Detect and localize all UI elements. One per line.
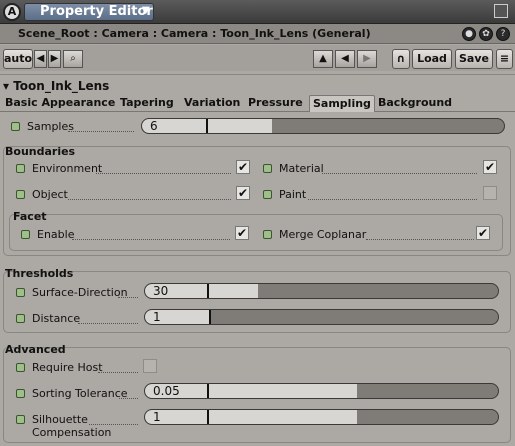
environment-label: Environment: [32, 162, 103, 175]
animation-led-icon[interactable]: [16, 288, 25, 297]
load-button[interactable]: Load: [412, 49, 452, 69]
samples-value: 6: [150, 119, 158, 133]
animation-led-icon[interactable]: [16, 314, 25, 323]
slider-handle[interactable]: [209, 310, 211, 324]
title-bar: A Property Editor ▼: [0, 0, 515, 24]
save-button[interactable]: Save: [455, 49, 493, 69]
tab-pressure[interactable]: Pressure: [248, 95, 303, 112]
property-name[interactable]: ▾ Toon_Ink_Lens: [3, 79, 109, 93]
dotted-leader: [366, 239, 474, 240]
slider-handle[interactable]: [207, 410, 209, 424]
slider-fill: [145, 410, 357, 424]
app-logo-icon[interactable]: A: [3, 3, 21, 21]
next-arrow-icon[interactable]: ▶: [48, 50, 61, 68]
enable-checkbox[interactable]: ✔: [235, 226, 249, 240]
animation-led-icon[interactable]: [263, 164, 272, 173]
material-checkbox[interactable]: ✔: [483, 160, 497, 174]
animation-led-icon[interactable]: [16, 190, 25, 199]
advanced-title: Advanced: [5, 343, 66, 356]
dotted-leader: [118, 297, 138, 298]
animation-led-icon[interactable]: [16, 363, 25, 372]
prev-arrow-icon[interactable]: ◀: [34, 50, 47, 68]
property-name-text: Toon_Ink_Lens: [13, 79, 110, 93]
merge-coplanar-label: Merge Coplanar: [279, 228, 367, 241]
facet-group: [9, 214, 503, 251]
dotted-leader: [308, 199, 477, 200]
slider-handle[interactable]: [206, 119, 208, 133]
silhouette-compensation-slider[interactable]: 1: [144, 409, 499, 425]
animation-led-icon[interactable]: [16, 415, 25, 424]
sorting-tolerance-value: 0.05: [153, 384, 180, 398]
dotted-leader: [98, 372, 138, 373]
up-level-icon[interactable]: ▲: [313, 50, 333, 68]
object-path: Scene_Root : Camera : Camera : Toon_Ink_…: [18, 27, 371, 40]
dotted-leader: [72, 239, 230, 240]
pick-icon[interactable]: ⌕: [63, 50, 83, 68]
animation-led-icon[interactable]: [263, 190, 272, 199]
distance-slider[interactable]: 1: [144, 309, 499, 325]
divider: [0, 74, 515, 75]
paint-label: Paint: [279, 188, 307, 201]
recycle-icon[interactable]: ✿: [479, 27, 493, 41]
dotted-leader: [68, 199, 231, 200]
distance-label: Distance: [32, 312, 81, 325]
dotted-leader: [89, 424, 138, 425]
tab-sampling[interactable]: Sampling: [309, 95, 375, 112]
menu-icon[interactable]: ≡: [496, 49, 513, 69]
merge-coplanar-checkbox[interactable]: ✔: [476, 226, 490, 240]
thresholds-title: Thresholds: [5, 267, 74, 280]
slider-handle[interactable]: [207, 384, 209, 398]
tab-tapering[interactable]: Tapering: [120, 95, 174, 112]
object-checkbox[interactable]: ✔: [236, 186, 250, 200]
silhouette-label: Silhouette: [32, 413, 88, 426]
sorting-tolerance-label: Sorting Tolerance: [32, 387, 128, 400]
paint-checkbox[interactable]: [483, 186, 497, 200]
distance-value: 1: [153, 310, 161, 324]
samples-slider[interactable]: 6: [141, 118, 505, 134]
compensation-label: Compensation: [32, 426, 112, 439]
animation-led-icon[interactable]: [11, 122, 20, 131]
animation-led-icon[interactable]: [16, 164, 25, 173]
animation-led-icon[interactable]: [21, 230, 30, 239]
slider-handle[interactable]: [207, 284, 209, 298]
require-host-label: Require Host: [32, 361, 103, 374]
surface-direction-value: 30: [153, 284, 169, 298]
window-title: Property Editor: [40, 4, 153, 19]
tab-basic-appearance[interactable]: Basic Appearance: [5, 95, 115, 112]
require-host-checkbox[interactable]: [143, 359, 157, 373]
object-label: Object: [32, 188, 68, 201]
magnet-icon[interactable]: ∩: [392, 49, 410, 69]
tab-background[interactable]: Background: [378, 95, 452, 112]
material-label: Material: [279, 162, 324, 175]
back-icon[interactable]: ◀: [335, 50, 355, 68]
environment-checkbox[interactable]: ✔: [236, 160, 250, 174]
silhouette-compensation-value: 1: [153, 410, 161, 424]
animation-led-icon[interactable]: [16, 389, 25, 398]
chevron-down-icon: ▼: [142, 5, 150, 16]
enable-label: Enable: [37, 228, 75, 241]
sorting-tolerance-slider[interactable]: 0.05: [144, 383, 499, 399]
samples-label: Samples: [27, 120, 74, 133]
dotted-leader: [322, 173, 477, 174]
tab-bar: Basic Appearance Tapering Variation Pres…: [0, 95, 515, 112]
animation-led-icon[interactable]: [263, 230, 272, 239]
forward-icon[interactable]: ▶: [357, 50, 377, 68]
maximize-button[interactable]: [494, 4, 508, 18]
dotted-leader: [78, 323, 138, 324]
dotted-leader: [96, 173, 231, 174]
surface-direction-label: Surface-Direction: [32, 286, 128, 299]
tab-variation[interactable]: Variation: [184, 95, 240, 112]
help-icon[interactable]: ?: [496, 27, 510, 41]
dotted-leader: [119, 398, 138, 399]
surface-direction-slider[interactable]: 30: [144, 283, 499, 299]
facet-title: Facet: [13, 210, 47, 223]
path-bar: Scene_Root : Camera : Camera : Toon_Ink_…: [0, 24, 515, 44]
boundaries-title: Boundaries: [5, 145, 76, 158]
lock-icon[interactable]: ●: [462, 27, 476, 41]
auto-button[interactable]: auto: [3, 49, 33, 69]
dotted-leader: [68, 131, 134, 132]
